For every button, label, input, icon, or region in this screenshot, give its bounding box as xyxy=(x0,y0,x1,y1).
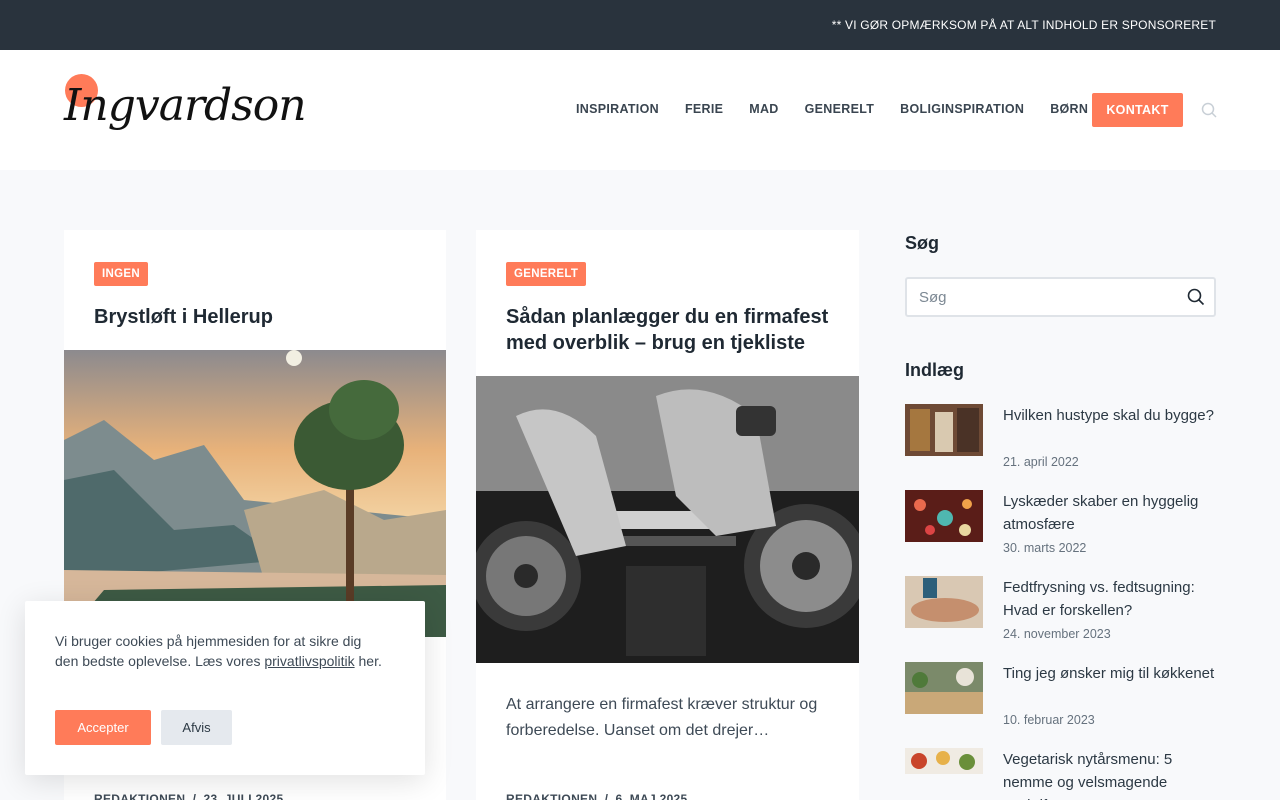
article-image-dj-controller[interactable] xyxy=(476,376,859,663)
search-icon[interactable] xyxy=(1187,288,1205,306)
article-meta: REDAKTIONEN / 23. JULI 2025 xyxy=(94,792,283,800)
logo-text: Ingvardson xyxy=(64,80,307,131)
sponsor-notice: ** VI GØR OPMÆRKSOM PÅ AT ALT INDHOLD ER… xyxy=(831,18,1216,32)
post-title[interactable]: Lyskæder skaber en hyggelig atmosfære xyxy=(1003,490,1216,536)
meta-separator: / xyxy=(600,792,616,800)
decline-cookies-button[interactable]: Afvis xyxy=(161,710,232,745)
article-author[interactable]: REDAKTIONEN xyxy=(94,792,185,800)
article-author[interactable]: REDAKTIONEN xyxy=(506,792,597,800)
post-title[interactable]: Fedtfrysning vs. fedtsugning: Hvad er fo… xyxy=(1003,576,1216,622)
search-box xyxy=(905,277,1216,317)
post-date: 10. februar 2023 xyxy=(1003,713,1095,727)
article-date: 23. JULI 2025 xyxy=(203,792,284,800)
post-title[interactable]: Hvilken hustype skal du bygge? xyxy=(1003,404,1216,427)
search-heading: Søg xyxy=(905,233,939,253)
category-badge[interactable]: INGEN xyxy=(94,262,148,286)
privacy-policy-link[interactable]: privatlivspolitik xyxy=(264,653,354,669)
post-date: 24. november 2023 xyxy=(1003,627,1111,641)
post-date: 30. marts 2022 xyxy=(1003,541,1087,555)
nav-item-mad[interactable]: MAD xyxy=(749,102,778,116)
main-nav: INSPIRATION FERIE MAD GENERELT BOLIGINSP… xyxy=(576,102,1088,116)
post-title[interactable]: Ting jeg ønsker mig til køkkenet xyxy=(1003,662,1216,685)
nav-item-inspiration[interactable]: INSPIRATION xyxy=(576,102,659,116)
top-notice-bar: ** VI GØR OPMÆRKSOM PÅ AT ALT INDHOLD ER… xyxy=(0,0,1280,50)
article-excerpt: At arrangere en firmafest kræver struktu… xyxy=(506,696,818,739)
article-date: 6. MAJ 2025 xyxy=(615,792,688,800)
accept-cookies-button[interactable]: Accepter xyxy=(55,710,151,745)
sidebar-post[interactable]: Vegetarisk nytårsmenu: 5 nemme og velsma… xyxy=(905,748,1216,800)
posts-heading: Indlæg xyxy=(905,360,964,380)
site-logo[interactable]: Ingvardson xyxy=(64,74,307,150)
post-title[interactable]: Vegetarisk nytårsmenu: 5 nemme og velsma… xyxy=(1003,748,1216,800)
cookie-text-after: her. xyxy=(354,653,382,669)
article-image-landscape[interactable] xyxy=(64,350,446,637)
post-date: 21. april 2022 xyxy=(1003,455,1079,469)
post-thumbnail[interactable] xyxy=(905,662,983,714)
nav-item-ferie[interactable]: FERIE xyxy=(685,102,723,116)
post-thumbnail[interactable] xyxy=(905,404,983,456)
nav-item-boliginspiration[interactable]: BOLIGINSPIRATION xyxy=(900,102,1024,116)
contact-button[interactable]: KONTAKT xyxy=(1092,93,1183,127)
article-title[interactable]: Sådan planlægger du en firmafest med ove… xyxy=(506,304,836,356)
nav-item-generelt[interactable]: GENERELT xyxy=(805,102,875,116)
sidebar-post[interactable]: Lyskæder skaber en hyggelig atmosfære 30… xyxy=(905,490,1216,560)
sidebar-post[interactable]: Fedtfrysning vs. fedtsugning: Hvad er fo… xyxy=(905,576,1216,646)
post-thumbnail[interactable] xyxy=(905,576,983,628)
sidebar-post[interactable]: Ting jeg ønsker mig til køkkenet 10. feb… xyxy=(905,662,1216,732)
post-thumbnail[interactable] xyxy=(905,748,983,774)
article-meta: REDAKTIONEN / 6. MAJ 2025 xyxy=(506,792,688,800)
category-badge[interactable]: GENERELT xyxy=(506,262,587,286)
sidebar-post[interactable]: Hvilken hustype skal du bygge? 21. april… xyxy=(905,404,1216,474)
meta-separator: / xyxy=(188,792,204,800)
search-icon[interactable] xyxy=(1201,102,1217,118)
cookie-banner: Vi bruger cookies på hjemmesiden for at … xyxy=(25,601,425,775)
cookie-message: Vi bruger cookies på hjemmesiden for at … xyxy=(55,631,385,671)
nav-item-boern[interactable]: BØRN xyxy=(1050,102,1088,116)
article-card: GENERELT Sådan planlægger du en firmafes… xyxy=(476,230,859,800)
site-header: Ingvardson INSPIRATION FERIE MAD GENEREL… xyxy=(0,50,1280,170)
article-title[interactable]: Brystløft i Hellerup xyxy=(94,304,424,330)
post-thumbnail[interactable] xyxy=(905,490,983,542)
search-input[interactable] xyxy=(919,287,1179,307)
